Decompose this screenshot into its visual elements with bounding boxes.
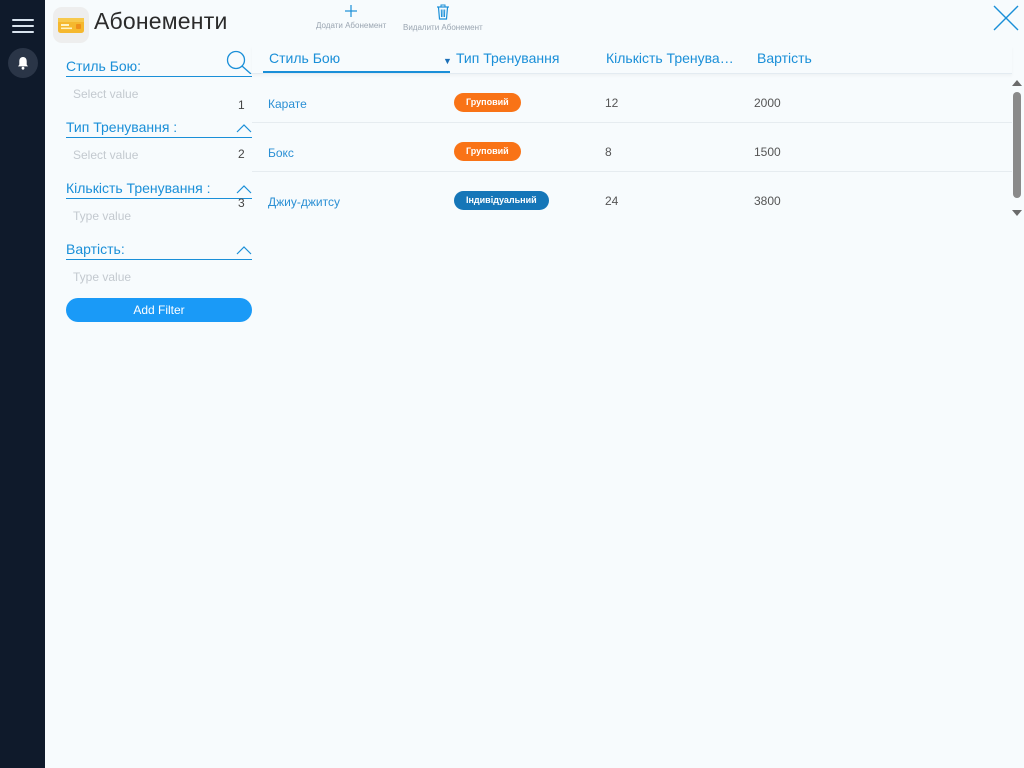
scroll-up-arrow[interactable] (1012, 80, 1022, 86)
row-count: 8 (605, 145, 612, 159)
filter-count-input[interactable] (66, 206, 236, 226)
ticket-icon (58, 18, 84, 33)
row-style[interactable]: Карате (268, 97, 307, 111)
search-icon (226, 50, 252, 75)
column-header-count[interactable]: Кількість Тренува… (606, 50, 738, 66)
add-subscription-button[interactable]: Додати Абонемент (316, 4, 386, 30)
filter-type: Тип Тренування : (66, 111, 252, 172)
trash-icon (436, 4, 449, 20)
filter-type-collapse[interactable] (236, 121, 252, 133)
hamburger-icon[interactable] (12, 16, 34, 36)
filter-label-type: Тип Тренування : (66, 119, 178, 135)
table-body: 1 Карате Груповий 12 2000 2 Бокс Групови… (238, 74, 1012, 221)
row-number: 1 (238, 98, 245, 112)
row-style[interactable]: Джиу-джитсу (268, 195, 340, 209)
add-filter-button[interactable]: Add Filter (66, 298, 252, 322)
filter-divider (66, 137, 252, 138)
active-sort-underline (263, 71, 450, 73)
row-count: 24 (605, 194, 619, 208)
type-badge: Груповий (454, 142, 521, 161)
header: Абонементи Додати Абонемент Видалити Або… (45, 0, 1024, 46)
page-title: Абонементи (94, 8, 228, 34)
left-rail (0, 0, 45, 768)
filter-type-select[interactable] (66, 145, 236, 165)
bell-icon (18, 57, 28, 70)
filter-panel: Стиль Бою: Тип Тренування : Кількість Тр… (66, 50, 252, 322)
row-style[interactable]: Бокс (268, 146, 294, 160)
filter-count: Кількість Тренування : (66, 172, 252, 233)
filter-label-price: Вартість: (66, 241, 125, 257)
filter-label-style: Стиль Бою: (66, 58, 142, 74)
table-row[interactable]: 2 Бокс Груповий 8 1500 (238, 123, 1012, 172)
plus-icon (345, 5, 358, 17)
type-badge: Груповий (454, 93, 521, 112)
row-count: 12 (605, 96, 619, 110)
filter-divider (66, 259, 252, 260)
filter-count-collapse[interactable] (236, 182, 252, 194)
row-number: 3 (238, 196, 245, 210)
row-number: 2 (238, 147, 245, 161)
row-price: 3800 (754, 194, 781, 208)
app-icon (53, 7, 89, 43)
row-price: 1500 (754, 145, 781, 159)
filter-label-count: Кількість Тренування : (66, 180, 211, 196)
add-subscription-label: Додати Абонемент (316, 21, 387, 30)
row-price: 2000 (754, 96, 781, 110)
caret-down-icon[interactable]: ▼ (443, 56, 452, 66)
chevron-up-icon (236, 185, 252, 194)
delete-subscription-button[interactable]: Видалити Абонемент (403, 4, 483, 32)
table-row[interactable]: 3 Джиу-джитсу Індивідуальний 24 3800 (238, 172, 1012, 221)
chevron-up-icon (236, 246, 252, 255)
close-icon (993, 5, 1019, 31)
chevron-up-icon (236, 124, 252, 133)
close-button[interactable] (992, 4, 1020, 32)
filter-style-select[interactable] (66, 84, 236, 104)
column-header-style[interactable]: Стиль Бою (269, 50, 340, 66)
row-type: Груповий (454, 93, 521, 112)
table-scrollbar[interactable] (1010, 78, 1024, 220)
type-badge: Індивідуальний (454, 191, 549, 210)
filter-style: Стиль Бою: (66, 50, 252, 111)
scroll-down-arrow[interactable] (1012, 210, 1022, 216)
row-type: Груповий (454, 142, 521, 161)
filter-divider (66, 76, 252, 77)
table-header: Стиль Бою ▼ Тип Тренування Кількість Тре… (252, 46, 1012, 74)
scroll-thumb[interactable] (1013, 92, 1021, 198)
column-header-type[interactable]: Тип Тренування (456, 50, 559, 66)
filter-search-button[interactable] (224, 50, 252, 75)
filter-divider (66, 198, 252, 199)
filter-price-input[interactable] (66, 267, 236, 287)
filter-price-collapse[interactable] (236, 243, 252, 255)
subscriptions-table: Стиль Бою ▼ Тип Тренування Кількість Тре… (238, 46, 1012, 221)
row-type: Індивідуальний (454, 191, 549, 210)
table-row[interactable]: 1 Карате Груповий 12 2000 (238, 74, 1012, 123)
column-header-price[interactable]: Вартість (757, 50, 812, 66)
filter-price: Вартість: (66, 233, 252, 294)
delete-subscription-label: Видалити Абонемент (403, 23, 483, 32)
notifications-button[interactable] (8, 48, 38, 78)
